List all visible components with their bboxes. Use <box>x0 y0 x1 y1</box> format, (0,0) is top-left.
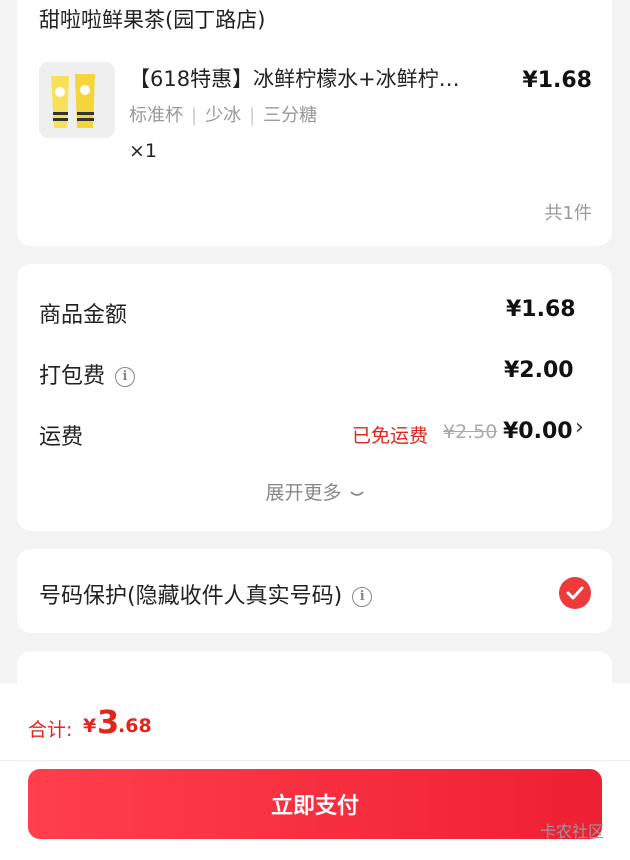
product-quantity: ×1 <box>129 140 158 162</box>
expand-more-button[interactable]: 展开更多 <box>17 478 612 505</box>
total-decimal: .68 <box>118 715 152 737</box>
store-name[interactable]: 甜啦啦鲜果茶(园丁路店) <box>39 4 265 34</box>
order-card: 甜啦啦鲜果茶(园丁路店) 【618特惠】冰鲜柠檬水+冰鲜柠… ¥1.68 标准杯… <box>17 0 612 246</box>
total-label: 合计: <box>28 719 73 741</box>
shipping-value[interactable]: ¥0.00 <box>503 419 573 444</box>
privacy-checkbox[interactable] <box>559 577 591 609</box>
privacy-label: 号码保护(隐藏收件人真实号码) <box>39 584 343 609</box>
check-icon <box>566 586 584 600</box>
spec-sugar: 三分糖 <box>263 105 318 126</box>
pay-now-button[interactable]: 立即支付 <box>28 769 602 839</box>
info-icon[interactable]: i <box>115 367 136 387</box>
fee-card: 商品金额 ¥1.68 打包费 i ¥2.00 运费 已免运费 ¥2.50 ¥0.0… <box>17 264 612 531</box>
expand-more-label: 展开更多 <box>265 482 342 504</box>
spec-size: 标准杯 <box>129 105 183 126</box>
chevron-down-icon <box>349 490 364 496</box>
goods-amount-label: 商品金额 <box>39 303 128 328</box>
shipping-free-text: 已免运费 <box>352 425 429 447</box>
total-integer: 3 <box>97 703 120 741</box>
bottom-bar: 合计: ¥ 3 .68 立即支付 卡农社区 <box>0 683 630 860</box>
privacy-card: 号码保护(隐藏收件人真实号码) i <box>17 549 612 633</box>
packing-fee-row: 打包费 i <box>39 358 136 390</box>
watermark: 卡农社区 <box>539 822 604 841</box>
goods-amount-value: ¥1.68 <box>506 297 576 322</box>
packing-fee-value: ¥2.00 <box>504 358 574 383</box>
divider <box>0 760 630 761</box>
info-icon[interactable]: i <box>352 587 373 607</box>
product-price: ¥1.68 <box>522 68 592 93</box>
item-count: 共1件 <box>544 203 592 224</box>
shipping-original-price: ¥2.50 <box>443 421 498 443</box>
chevron-right-icon[interactable]: › <box>575 415 584 440</box>
privacy-row: 号码保护(隐藏收件人真实号码) i <box>39 578 373 610</box>
total-currency: ¥ <box>83 715 97 737</box>
product-image[interactable] <box>39 62 115 138</box>
product-specs: 标准杯 | 少冰 | 三分糖 <box>129 105 318 126</box>
spec-ice: 少冰 <box>205 105 242 126</box>
product-name[interactable]: 【618特惠】冰鲜柠檬水+冰鲜柠… <box>129 63 460 93</box>
packing-fee-label: 打包费 <box>39 364 106 389</box>
shipping-label: 运费 <box>39 425 84 450</box>
